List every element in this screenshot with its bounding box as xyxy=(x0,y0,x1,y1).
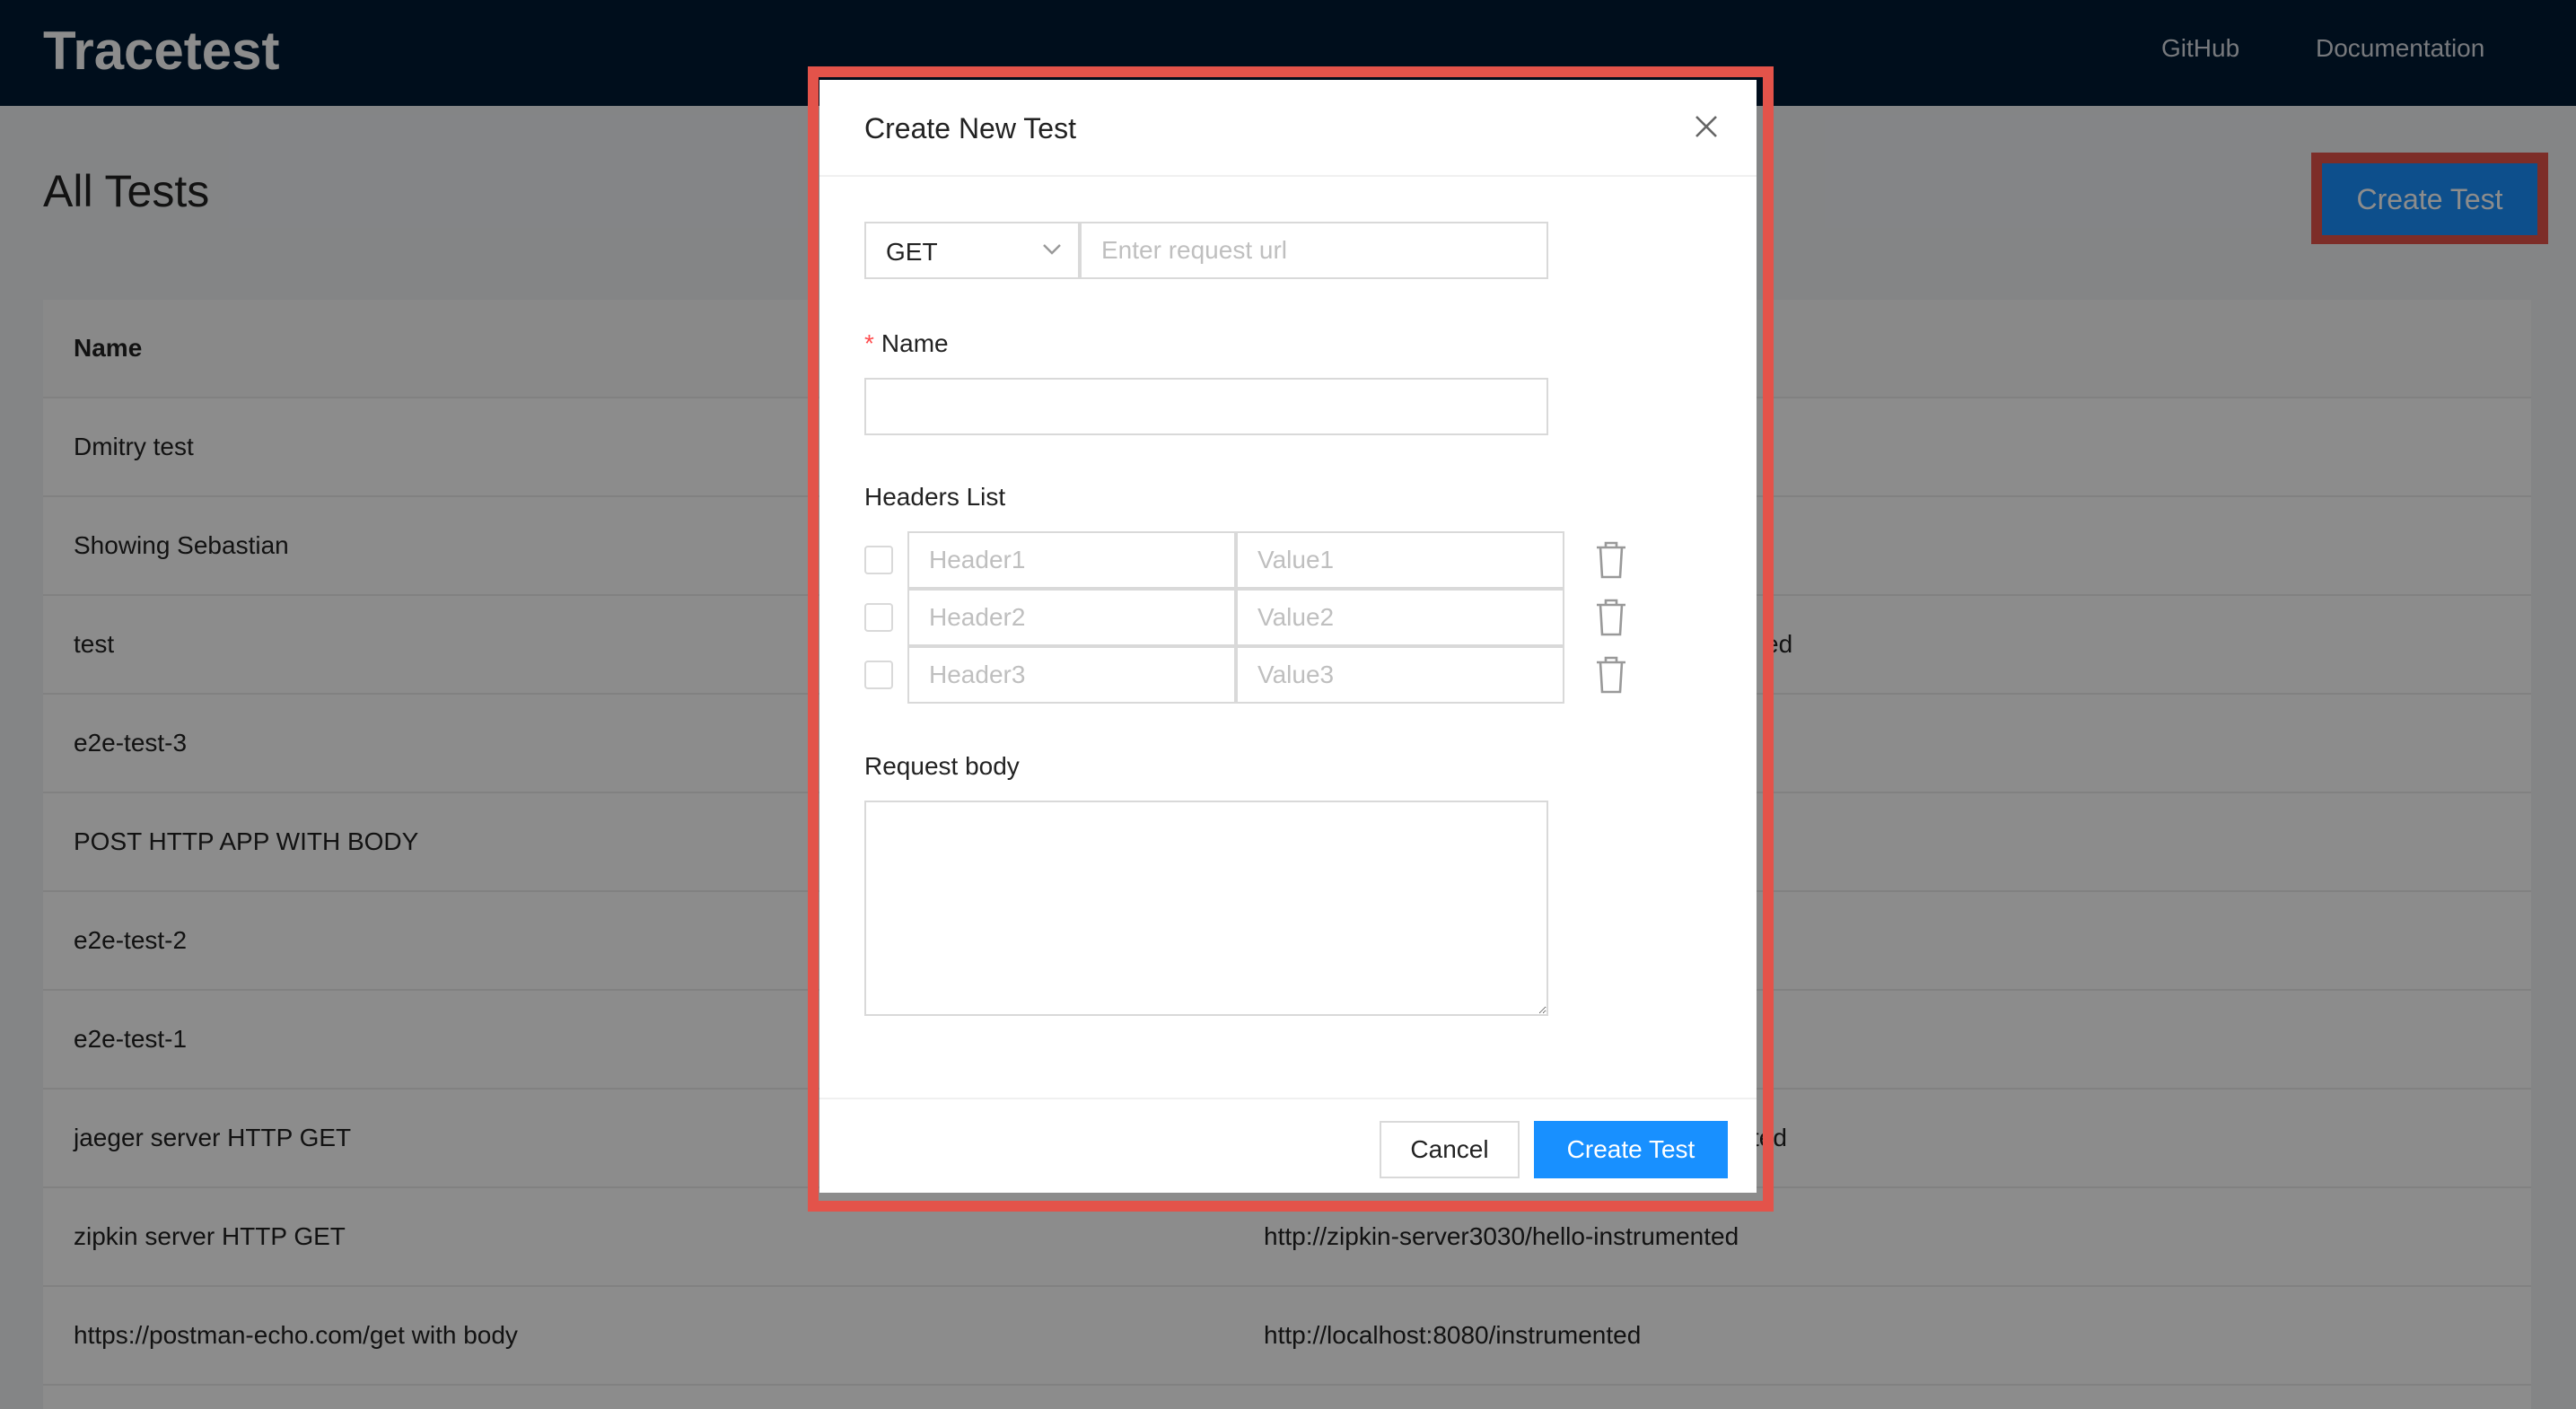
header-key-input[interactable] xyxy=(907,531,1236,589)
name-label: * Name xyxy=(864,329,949,358)
headers-label: Headers List xyxy=(864,483,1006,511)
cancel-button[interactable]: Cancel xyxy=(1380,1121,1520,1178)
header-key-input[interactable] xyxy=(907,646,1236,704)
modal-footer: Cancel Create Test xyxy=(819,1098,1757,1193)
header-value-input[interactable] xyxy=(1236,531,1564,589)
submit-create-test-button[interactable]: Create Test xyxy=(1534,1121,1728,1178)
header-value-input[interactable] xyxy=(1236,589,1564,646)
url-input[interactable] xyxy=(1080,222,1548,279)
header-value-input[interactable] xyxy=(1236,646,1564,704)
header-row xyxy=(864,646,1654,704)
header-key-input[interactable] xyxy=(907,589,1236,646)
name-input[interactable] xyxy=(864,378,1548,435)
close-icon[interactable] xyxy=(1687,107,1726,146)
required-mark: * xyxy=(864,329,874,357)
trash-icon[interactable] xyxy=(1593,598,1629,637)
header-enabled-checkbox[interactable] xyxy=(864,603,893,632)
create-test-modal: Create New Test GET *Name Headers List xyxy=(819,80,1757,1193)
modal-header: Create New Test xyxy=(819,80,1757,177)
trash-icon[interactable] xyxy=(1593,655,1629,695)
header-enabled-checkbox[interactable] xyxy=(864,661,893,689)
method-select[interactable]: GET xyxy=(864,222,1080,279)
header-row xyxy=(864,589,1654,646)
chevron-down-icon xyxy=(1042,243,1062,260)
header-row xyxy=(864,531,1654,589)
request-body-textarea[interactable] xyxy=(864,801,1548,1016)
method-value: GET xyxy=(886,238,938,266)
header-enabled-checkbox[interactable] xyxy=(864,546,893,574)
name-label-text: Name xyxy=(881,329,949,357)
request-body-label: Request body xyxy=(864,752,1020,780)
trash-icon[interactable] xyxy=(1593,540,1629,580)
modal-title: Create New Test xyxy=(864,112,1076,144)
